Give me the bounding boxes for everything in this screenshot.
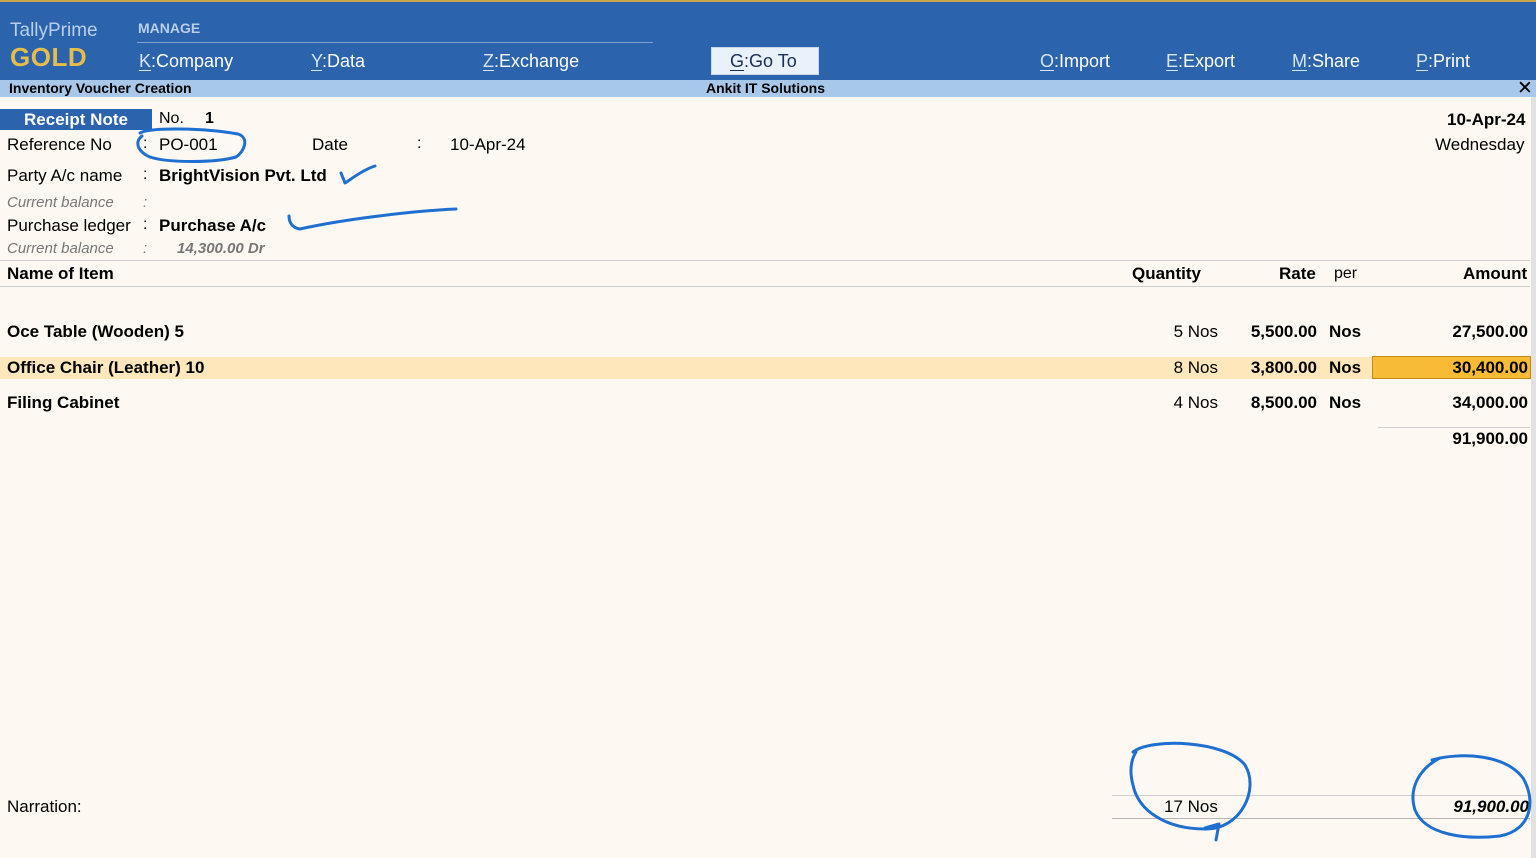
purchase-ledger-field[interactable]: Purchase A/c <box>159 216 266 236</box>
app-tier-logo: GOLD <box>10 42 88 72</box>
item-rate[interactable]: 3,800.00 <box>1251 358 1317 378</box>
total-amount: 91,900.00 <box>1453 797 1529 816</box>
date-label: Date <box>312 135 348 154</box>
menu-goto[interactable]: G:Go To <box>711 47 819 75</box>
subtotal-rule <box>1378 427 1530 428</box>
voucher-weekday: Wednesday <box>1435 135 1525 154</box>
item-name[interactable]: Filing Cabinet <box>7 393 119 413</box>
item-name[interactable]: Office Chair (Leather) 10 <box>7 358 204 378</box>
item-amount[interactable]: 34,000.00 <box>1452 393 1528 413</box>
ink-circle-total-quantity <box>1129 741 1252 842</box>
purchase-colon: : <box>143 216 148 233</box>
ink-annotations <box>136 127 1532 842</box>
company-name: Ankit IT Solutions <box>706 80 825 96</box>
item-name[interactable]: Oce Table (Wooden) 5 <box>7 322 184 342</box>
table-header-top-rule <box>0 260 1530 261</box>
ink-check-party <box>339 164 377 185</box>
menu-section-divider <box>137 42 653 43</box>
party-balance-colon: : <box>143 194 148 211</box>
party-colon: : <box>143 166 148 183</box>
item-amount[interactable]: 27,500.00 <box>1452 322 1528 342</box>
menu-data[interactable]: Y:Data <box>311 51 365 72</box>
date-colon: : <box>417 135 422 152</box>
item-per[interactable]: Nos <box>1329 358 1361 378</box>
item-rate[interactable]: 8,500.00 <box>1251 393 1317 413</box>
party-field[interactable]: BrightVision Pvt. Ltd <box>159 166 327 186</box>
col-header-name: Name of Item <box>7 264 114 283</box>
voucher-date-display: 10-Apr-24 <box>1447 110 1526 129</box>
item-rate[interactable]: 5,500.00 <box>1251 322 1317 342</box>
purchase-ledger-label: Purchase ledger <box>7 216 131 235</box>
item-quantity[interactable]: 8 Nos <box>1174 358 1218 378</box>
col-header-per: per <box>1334 265 1358 282</box>
subtotal-amount: 91,900.00 <box>1452 429 1528 448</box>
title-strip: Inventory Voucher Creation Ankit IT Solu… <box>0 78 1536 99</box>
menu-section-label: MANAGE <box>138 20 201 36</box>
purchase-current-balance-value: 14,300.00 Dr <box>177 240 265 257</box>
purchase-current-balance-label: Current balance <box>7 240 114 257</box>
app-name: TallyPrime <box>10 20 98 41</box>
col-header-rate: Rate <box>1279 264 1316 283</box>
menu-export[interactable]: E:Export <box>1166 51 1235 72</box>
party-current-balance-label: Current balance <box>7 194 114 211</box>
party-label: Party A/c name <box>7 166 123 185</box>
total-bottom-rule <box>1112 818 1530 819</box>
item-quantity[interactable]: 4 Nos <box>1174 393 1218 413</box>
reference-no-label: Reference No <box>7 135 112 154</box>
total-quantity: 17 Nos <box>1164 797 1218 816</box>
table-header-bottom-rule <box>0 286 1530 287</box>
narration-label: Narration: <box>7 797 82 816</box>
voucher-type-badge: Receipt Note <box>0 109 152 130</box>
menu-import[interactable]: O:Import <box>1040 51 1110 72</box>
item-quantity[interactable]: 5 Nos <box>1174 322 1218 342</box>
date-field[interactable]: 10-Apr-24 <box>450 135 526 155</box>
reference-colon: : <box>143 135 148 152</box>
col-header-amount: Amount <box>1463 264 1528 283</box>
menu-print[interactable]: P:Print <box>1416 51 1470 72</box>
item-per[interactable]: Nos <box>1329 393 1361 413</box>
reference-no-field[interactable]: PO-001 <box>159 135 218 155</box>
voucher-no-label: No. <box>159 110 184 127</box>
voucher-no-value[interactable]: 1 <box>205 110 214 128</box>
screen-title: Inventory Voucher Creation <box>9 80 192 96</box>
purchase-balance-colon: : <box>143 240 148 257</box>
item-per[interactable]: Nos <box>1329 322 1361 342</box>
vertical-scrollbar[interactable] <box>1531 97 1536 858</box>
ink-underline-purchase <box>287 207 458 231</box>
total-top-rule <box>1112 795 1530 796</box>
menu-exchange[interactable]: Z:Exchange <box>483 51 579 72</box>
col-header-quantity: Quantity <box>1132 264 1201 283</box>
menu-company[interactable]: K:Company <box>139 51 233 72</box>
item-amount[interactable]: 30,400.00 <box>1452 358 1528 378</box>
menu-share[interactable]: M:Share <box>1292 51 1360 72</box>
